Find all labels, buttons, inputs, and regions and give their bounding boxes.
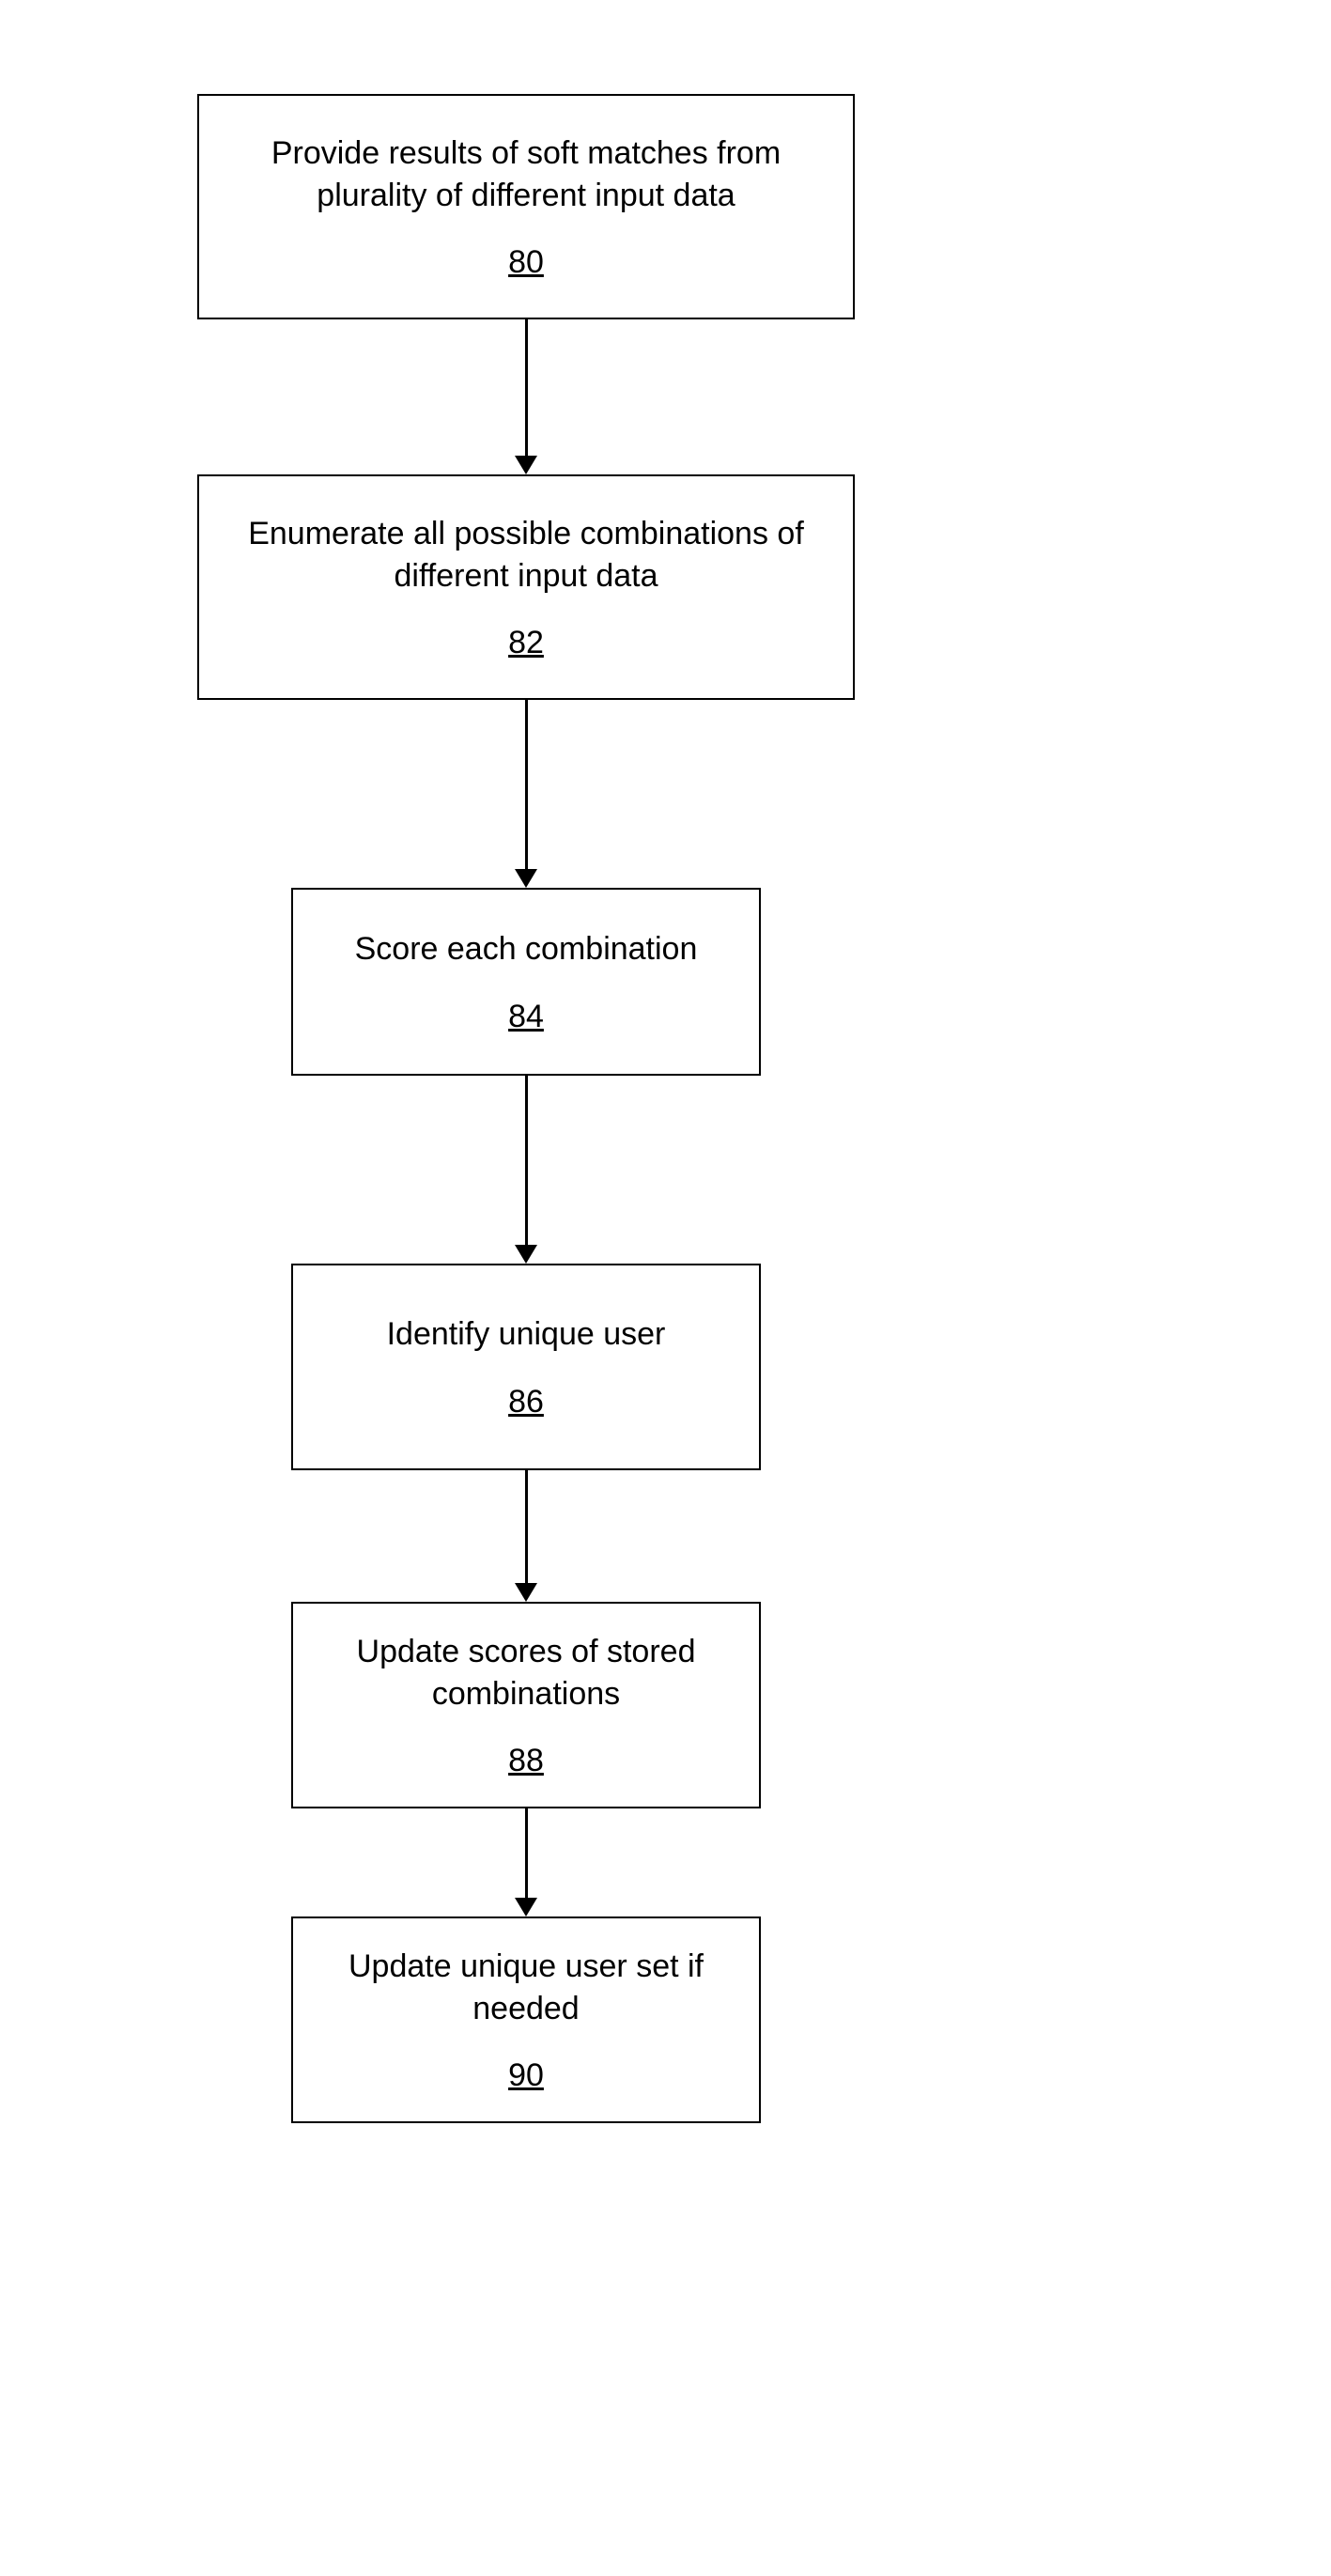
arrow-connector	[515, 1808, 537, 1916]
flowchart-container: Provide results of soft matches from plu…	[150, 94, 902, 2123]
step-text: Enumerate all possible combinations of d…	[223, 513, 829, 596]
arrow-connector	[515, 700, 537, 888]
step-reference: 86	[508, 1384, 544, 1420]
step-text: Provide results of soft matches from plu…	[223, 132, 829, 215]
step-reference: 84	[508, 999, 544, 1035]
step-text: Update scores of stored combinations	[317, 1631, 735, 1714]
step-text: Identify unique user	[387, 1313, 666, 1355]
step-reference: 80	[508, 244, 544, 281]
flowchart-step-6: Update unique user set if needed 90	[291, 1916, 761, 2123]
arrow-head-icon	[515, 456, 537, 474]
arrow-line	[525, 1470, 528, 1583]
arrow-head-icon	[515, 1583, 537, 1602]
arrow-head-icon	[515, 1898, 537, 1916]
arrow-line	[525, 1808, 528, 1898]
flowchart-step-1: Provide results of soft matches from plu…	[197, 94, 855, 319]
step-reference: 90	[508, 2057, 544, 2094]
step-reference: 88	[508, 1743, 544, 1779]
step-reference: 82	[508, 625, 544, 661]
flowchart-step-5: Update scores of stored combinations 88	[291, 1602, 761, 1808]
arrow-connector	[515, 319, 537, 474]
flowchart-step-2: Enumerate all possible combinations of d…	[197, 474, 855, 700]
step-text: Update unique user set if needed	[317, 1946, 735, 2028]
flowchart-step-3: Score each combination 84	[291, 888, 761, 1076]
arrow-head-icon	[515, 1245, 537, 1264]
arrow-line	[525, 319, 528, 456]
flowchart-step-4: Identify unique user 86	[291, 1264, 761, 1470]
arrow-connector	[515, 1470, 537, 1602]
arrow-connector	[515, 1076, 537, 1264]
step-text: Score each combination	[355, 928, 698, 970]
arrow-line	[525, 1076, 528, 1245]
arrow-head-icon	[515, 869, 537, 888]
arrow-line	[525, 700, 528, 869]
